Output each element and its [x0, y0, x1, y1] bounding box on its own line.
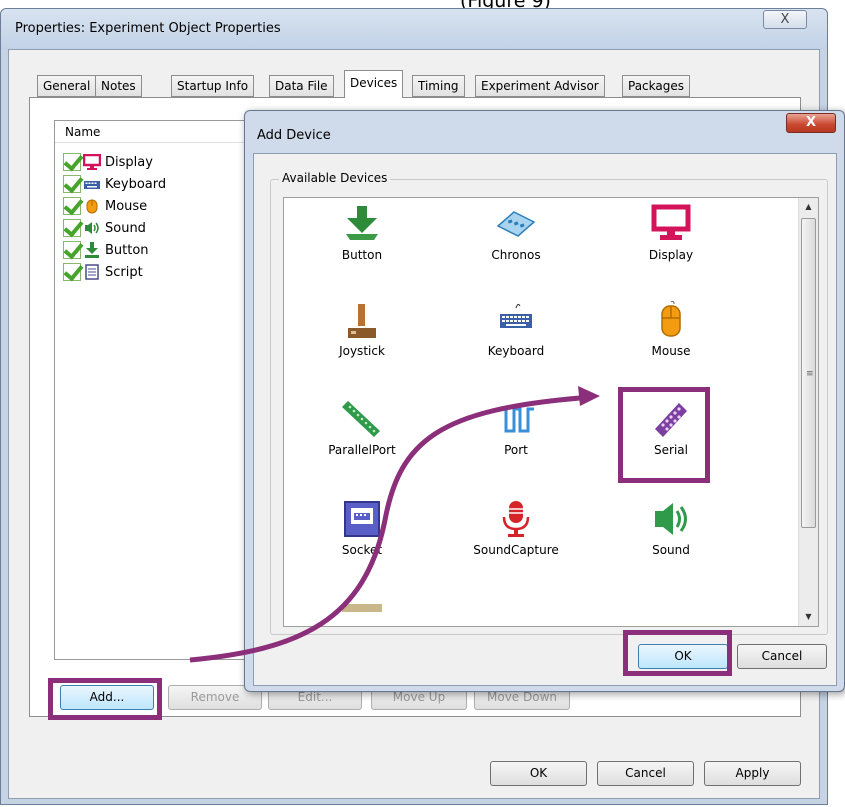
device-label: Mouse: [651, 344, 691, 358]
checkbox[interactable]: [63, 219, 81, 237]
device-label: Socket: [341, 543, 383, 557]
ok-button-highlight: [623, 630, 732, 676]
close-button[interactable]: X: [786, 113, 836, 133]
chronos-icon: [496, 204, 536, 244]
device-tile-joystick[interactable]: Joystick: [302, 294, 422, 384]
list-item-label: Button: [105, 242, 149, 258]
display-icon: [82, 153, 102, 170]
tab-startup-info[interactable]: Startup Info: [171, 75, 255, 97]
list-item-label: Sound: [105, 220, 146, 236]
device-label: Display: [648, 248, 694, 262]
group-label: Available Devices: [279, 171, 391, 185]
list-item[interactable]: Keyboard: [63, 173, 166, 195]
checkbox[interactable]: [63, 241, 81, 259]
joystick-icon: [342, 300, 382, 340]
tab-notes[interactable]: Notes: [95, 75, 142, 97]
socket-icon: [342, 499, 382, 539]
scrollbar[interactable]: ▲ ≡ ▼: [798, 198, 818, 626]
device-tile-sound-capture[interactable]: SoundCapture: [456, 493, 576, 583]
port-icon: [496, 399, 536, 439]
device-label: Keyboard: [487, 344, 545, 358]
device-label: Sound: [652, 543, 690, 557]
device-tile-display[interactable]: Display: [611, 198, 731, 288]
device-tile-sound[interactable]: Sound: [611, 493, 731, 583]
close-button[interactable]: X: [763, 10, 807, 29]
checkbox[interactable]: [63, 197, 81, 215]
dialog-title-bar[interactable]: Add Device X: [245, 111, 844, 151]
device-label: Port: [504, 443, 528, 457]
tab-devices[interactable]: Devices: [344, 70, 404, 98]
apply-button[interactable]: Apply: [704, 761, 801, 786]
device-tile-button[interactable]: Button: [302, 198, 422, 288]
device-tile-chronos[interactable]: Chronos: [456, 198, 576, 288]
device-label: SoundCapture: [473, 543, 559, 557]
list-item[interactable]: Mouse: [63, 195, 147, 217]
add-button-highlight: [48, 678, 162, 720]
tab-data-file[interactable]: Data File: [269, 75, 334, 97]
device-label: Joystick: [339, 344, 385, 358]
available-devices-group: Available Devices Button Chronos Display…: [270, 171, 828, 635]
device-label: Button: [341, 248, 383, 262]
ok-button[interactable]: OK: [490, 761, 587, 786]
dialog-cancel-button[interactable]: Cancel: [737, 644, 827, 669]
tab-general[interactable]: General: [37, 75, 97, 97]
tab-packages[interactable]: Packages: [622, 75, 690, 97]
checkbox[interactable]: [63, 263, 81, 281]
speaker-icon: [651, 499, 691, 539]
list-item-label: Display: [105, 154, 153, 170]
microphone-icon: [496, 499, 536, 539]
dialog-title: Add Device: [257, 128, 331, 143]
device-label: Chronos: [491, 248, 541, 262]
button-device-icon: [83, 242, 101, 258]
button-device-icon: [342, 204, 382, 244]
device-tile-mouse[interactable]: Mouse: [611, 294, 731, 384]
tab-timing[interactable]: Timing: [412, 75, 465, 97]
serial-highlight: [618, 387, 710, 483]
device-tile-keyboard[interactable]: Keyboard: [456, 294, 576, 384]
checkbox[interactable]: [63, 153, 81, 171]
sound-icon: [83, 220, 101, 236]
add-device-dialog: Add Device X Available Devices Button Ch…: [244, 110, 845, 692]
checkbox[interactable]: [63, 175, 81, 193]
window-title: Properties: Experiment Object Properties: [15, 21, 281, 36]
list-item[interactable]: Sound: [63, 217, 146, 239]
list-item-label: Script: [105, 264, 143, 280]
list-item-label: Keyboard: [105, 176, 167, 192]
mouse-icon: [651, 300, 691, 340]
cancel-button[interactable]: Cancel: [597, 761, 694, 786]
device-tile-port[interactable]: Port: [456, 393, 576, 483]
script-icon: [83, 264, 101, 280]
device-grid[interactable]: Button Chronos Display Joystick Keyboard…: [283, 197, 819, 627]
device-tile-socket[interactable]: Socket: [302, 493, 422, 583]
mouse-icon: [83, 198, 101, 214]
parallel-port-icon: [342, 399, 382, 439]
add-device-body: Available Devices Button Chronos Display…: [253, 153, 837, 686]
keyboard-icon: [83, 176, 101, 192]
grip-icon: ≡: [806, 369, 814, 379]
title-bar[interactable]: Properties: Experiment Object Properties…: [1, 9, 827, 49]
scroll-up-arrow-icon[interactable]: ▲: [799, 198, 818, 216]
display-icon: [651, 204, 691, 244]
list-item[interactable]: Button: [63, 239, 149, 261]
list-item[interactable]: Display: [63, 151, 153, 173]
list-item-label: Mouse: [105, 198, 148, 214]
list-item[interactable]: Script: [63, 261, 143, 283]
scroll-down-arrow-icon[interactable]: ▼: [799, 608, 818, 626]
device-label: ParallelPort: [328, 443, 396, 457]
tab-experiment-advisor[interactable]: Experiment Advisor: [475, 75, 605, 97]
device-tile-parallel-port[interactable]: ParallelPort: [302, 393, 422, 483]
scroll-thumb[interactable]: ≡: [801, 218, 816, 528]
partial-device-icon: [342, 604, 382, 612]
keyboard-icon: [496, 300, 536, 340]
